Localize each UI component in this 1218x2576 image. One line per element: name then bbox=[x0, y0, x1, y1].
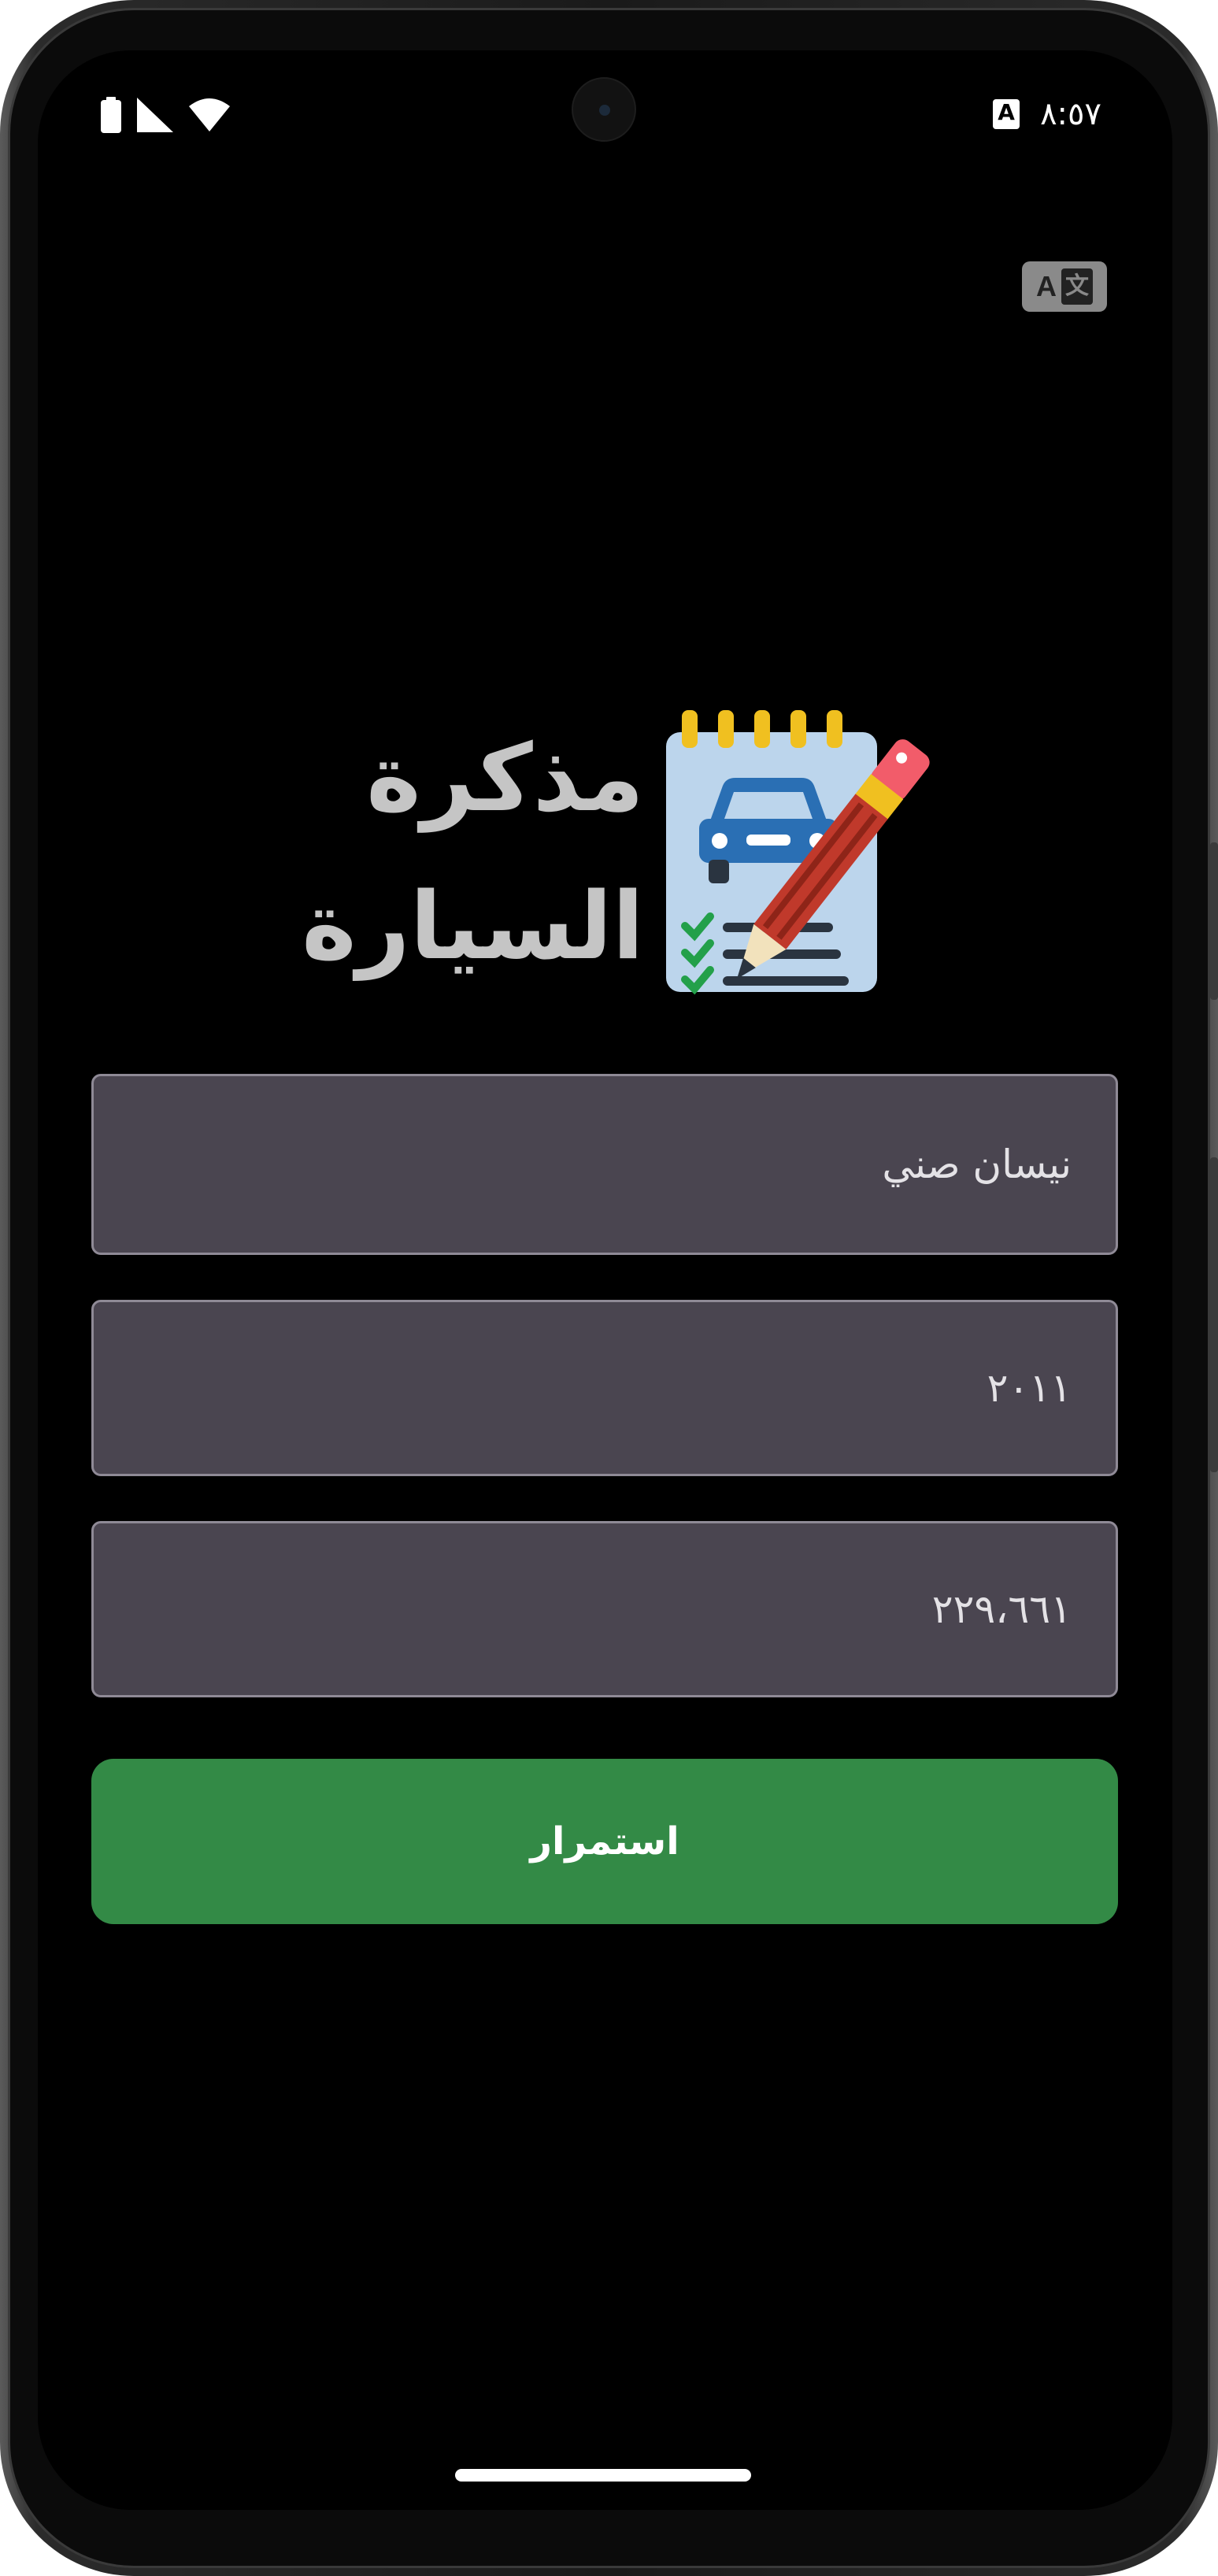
translate-button[interactable]: A 文 bbox=[1022, 261, 1107, 312]
year-input[interactable] bbox=[94, 1365, 1072, 1411]
phone-frame: A ٨:٥٧ A 文 مذكرة السيارة نيسان صني ٢٠١١ … bbox=[0, 0, 1218, 2576]
year-field[interactable] bbox=[91, 1300, 1118, 1476]
translate-icon: A bbox=[1036, 270, 1057, 302]
home-indicator[interactable] bbox=[455, 2469, 751, 2482]
wifi-icon bbox=[189, 98, 230, 131]
status-icons-right: A ٨:٥٧ bbox=[993, 87, 1101, 142]
continue-button[interactable]: استمرار bbox=[91, 1759, 1118, 1924]
battery-icon bbox=[101, 97, 121, 133]
status-time: ٨:٥٧ bbox=[1040, 96, 1101, 132]
screen: A ٨:٥٧ A 文 مذكرة السيارة نيسان صني ٢٠١١ … bbox=[38, 50, 1172, 2510]
power-button bbox=[1210, 842, 1218, 1000]
mileage-field[interactable] bbox=[91, 1521, 1118, 1697]
car-model-input[interactable] bbox=[94, 1142, 1072, 1187]
translate-icon-glyph: 文 bbox=[1061, 268, 1093, 305]
app-title-line1: مذكرة bbox=[366, 724, 644, 832]
app-title-line2: السيارة bbox=[302, 872, 644, 980]
signal-icon bbox=[137, 98, 173, 132]
volume-button bbox=[1210, 1157, 1218, 1472]
car-model-field[interactable] bbox=[91, 1074, 1118, 1255]
front-camera bbox=[572, 77, 636, 142]
mileage-input[interactable] bbox=[94, 1586, 1072, 1632]
app-title: مذكرة السيارة bbox=[274, 704, 644, 1000]
notification-badge: A bbox=[993, 99, 1020, 129]
status-icons-left bbox=[101, 91, 230, 139]
car-notebook-pencil-icon bbox=[666, 710, 930, 995]
